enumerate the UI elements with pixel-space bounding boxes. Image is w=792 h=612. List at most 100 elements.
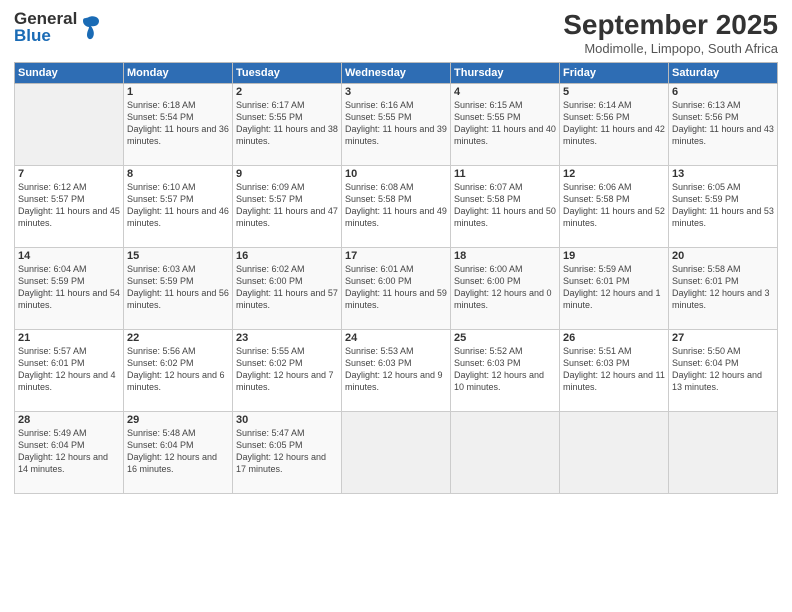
day-number: 20	[672, 250, 774, 262]
table-row: 19 Sunrise: 5:59 AMSunset: 6:01 PMDayligh…	[560, 247, 669, 329]
cell-text: Sunrise: 6:09 AMSunset: 5:57 PMDaylight:…	[236, 182, 338, 228]
calendar-week-row: 28 Sunrise: 5:49 AMSunset: 6:04 PMDayligh…	[15, 411, 778, 493]
day-number: 6	[672, 86, 774, 98]
cell-text: Sunrise: 5:50 AMSunset: 6:04 PMDaylight:…	[672, 346, 762, 392]
logo: General Blue	[14, 10, 101, 44]
day-number: 29	[127, 414, 229, 426]
table-row: 29Sunrise: 5:48 AMSunset: 6:04 PMDayligh…	[124, 411, 233, 493]
table-row: 27 Sunrise: 5:50 AMSunset: 6:04 PMDayligh…	[669, 329, 778, 411]
cell-text: Sunrise: 5:53 AMSunset: 6:03 PMDaylight:…	[345, 346, 443, 392]
cell-text: Sunrise: 5:55 AMSunset: 6:02 PMDaylight:…	[236, 346, 334, 392]
table-row: 7 Sunrise: 6:12 AMSunset: 5:57 PMDaylight…	[15, 165, 124, 247]
table-row	[451, 411, 560, 493]
day-number: 23	[236, 332, 338, 344]
day-number: 21	[18, 332, 120, 344]
day-number: 8	[127, 168, 229, 180]
cell-text: Sunrise: 5:47 AMSunset: 6:05 PMDaylight:…	[236, 428, 326, 474]
cell-text: Sunrise: 5:51 AMSunset: 6:03 PMDaylight:…	[563, 346, 665, 392]
table-row: 30Sunrise: 5:47 AMSunset: 6:05 PMDayligh…	[233, 411, 342, 493]
table-row: 13Sunrise: 6:05 AMSunset: 5:59 PMDayligh…	[669, 165, 778, 247]
table-row: 21Sunrise: 5:57 AMSunset: 6:01 PMDayligh…	[15, 329, 124, 411]
cell-text: Sunrise: 6:18 AMSunset: 5:54 PMDaylight:…	[127, 100, 229, 146]
logo-blue: Blue	[14, 27, 77, 44]
day-number: 1	[127, 86, 229, 98]
table-row: 24 Sunrise: 5:53 AMSunset: 6:03 PMDayligh…	[342, 329, 451, 411]
day-number: 7	[18, 168, 120, 180]
day-number: 16	[236, 250, 338, 262]
cell-text: Sunrise: 6:12 AMSunset: 5:57 PMDaylight:…	[18, 182, 120, 228]
day-number: 22	[127, 332, 229, 344]
day-number: 26	[563, 332, 665, 344]
day-number: 11	[454, 168, 556, 180]
table-row: 20 Sunrise: 5:58 AMSunset: 6:01 PMDayligh…	[669, 247, 778, 329]
day-number: 17	[345, 250, 447, 262]
location: Modimolle, Limpopo, South Africa	[563, 41, 778, 56]
table-row: 5 Sunrise: 6:14 AMSunset: 5:56 PMDaylight…	[560, 83, 669, 165]
cell-text: Sunrise: 5:58 AMSunset: 6:01 PMDaylight:…	[672, 264, 770, 310]
header-tuesday: Tuesday	[233, 62, 342, 83]
table-row: 12Sunrise: 6:06 AMSunset: 5:58 PMDayligh…	[560, 165, 669, 247]
table-row	[15, 83, 124, 165]
page-header: General Blue September 2025 Modimolle, L…	[14, 10, 778, 56]
cell-text: Sunrise: 6:01 AMSunset: 6:00 PMDaylight:…	[345, 264, 447, 310]
table-row: 10 Sunrise: 6:08 AMSunset: 5:58 PMDayligh…	[342, 165, 451, 247]
day-number: 24	[345, 332, 447, 344]
calendar-week-row: 1 Sunrise: 6:18 AMSunset: 5:54 PMDaylight…	[15, 83, 778, 165]
table-row: 16 Sunrise: 6:02 AMSunset: 6:00 PMDayligh…	[233, 247, 342, 329]
cell-text: Sunrise: 5:49 AMSunset: 6:04 PMDaylight:…	[18, 428, 108, 474]
day-number: 10	[345, 168, 447, 180]
header-friday: Friday	[560, 62, 669, 83]
table-row: 9 Sunrise: 6:09 AMSunset: 5:57 PMDaylight…	[233, 165, 342, 247]
cell-text: Sunrise: 6:17 AMSunset: 5:55 PMDaylight:…	[236, 100, 338, 146]
cell-text: Sunrise: 6:00 AMSunset: 6:00 PMDaylight:…	[454, 264, 552, 310]
cell-text: Sunrise: 6:04 AMSunset: 5:59 PMDaylight:…	[18, 264, 120, 310]
calendar-week-row: 14Sunrise: 6:04 AMSunset: 5:59 PMDayligh…	[15, 247, 778, 329]
header-thursday: Thursday	[451, 62, 560, 83]
calendar-week-row: 21Sunrise: 5:57 AMSunset: 6:01 PMDayligh…	[15, 329, 778, 411]
table-row: 28 Sunrise: 5:49 AMSunset: 6:04 PMDayligh…	[15, 411, 124, 493]
day-number: 18	[454, 250, 556, 262]
table-row	[560, 411, 669, 493]
calendar-week-row: 7 Sunrise: 6:12 AMSunset: 5:57 PMDaylight…	[15, 165, 778, 247]
table-row: 23 Sunrise: 5:55 AMSunset: 6:02 PMDayligh…	[233, 329, 342, 411]
header-saturday: Saturday	[669, 62, 778, 83]
table-row: 2 Sunrise: 6:17 AMSunset: 5:55 PMDaylight…	[233, 83, 342, 165]
table-row	[669, 411, 778, 493]
cell-text: Sunrise: 6:08 AMSunset: 5:58 PMDaylight:…	[345, 182, 447, 228]
cell-text: Sunrise: 6:06 AMSunset: 5:58 PMDaylight:…	[563, 182, 665, 228]
cell-text: Sunrise: 6:13 AMSunset: 5:56 PMDaylight:…	[672, 100, 774, 146]
cell-text: Sunrise: 5:56 AMSunset: 6:02 PMDaylight:…	[127, 346, 225, 392]
month-title: September 2025	[563, 10, 778, 41]
cell-text: Sunrise: 5:59 AMSunset: 6:01 PMDaylight:…	[563, 264, 661, 310]
day-number: 25	[454, 332, 556, 344]
header-wednesday: Wednesday	[342, 62, 451, 83]
table-row: 22 Sunrise: 5:56 AMSunset: 6:02 PMDayligh…	[124, 329, 233, 411]
day-number: 3	[345, 86, 447, 98]
header-sunday: Sunday	[15, 62, 124, 83]
cell-text: Sunrise: 6:14 AMSunset: 5:56 PMDaylight:…	[563, 100, 665, 146]
calendar-header-row: Sunday Monday Tuesday Wednesday Thursday…	[15, 62, 778, 83]
cell-text: Sunrise: 6:02 AMSunset: 6:00 PMDaylight:…	[236, 264, 338, 310]
day-number: 4	[454, 86, 556, 98]
cell-text: Sunrise: 6:03 AMSunset: 5:59 PMDaylight:…	[127, 264, 229, 310]
day-number: 27	[672, 332, 774, 344]
table-row: 6 Sunrise: 6:13 AMSunset: 5:56 PMDaylight…	[669, 83, 778, 165]
title-section: September 2025 Modimolle, Limpopo, South…	[563, 10, 778, 56]
table-row: 18 Sunrise: 6:00 AMSunset: 6:00 PMDayligh…	[451, 247, 560, 329]
table-row: 26 Sunrise: 5:51 AMSunset: 6:03 PMDayligh…	[560, 329, 669, 411]
day-number: 2	[236, 86, 338, 98]
logo-bird-icon	[79, 13, 101, 41]
cell-text: Sunrise: 5:52 AMSunset: 6:03 PMDaylight:…	[454, 346, 544, 392]
table-row: 11Sunrise: 6:07 AMSunset: 5:58 PMDayligh…	[451, 165, 560, 247]
day-number: 28	[18, 414, 120, 426]
table-row: 15Sunrise: 6:03 AMSunset: 5:59 PMDayligh…	[124, 247, 233, 329]
table-row: 25 Sunrise: 5:52 AMSunset: 6:03 PMDayligh…	[451, 329, 560, 411]
logo-general: General	[14, 10, 77, 27]
table-row: 3 Sunrise: 6:16 AMSunset: 5:55 PMDaylight…	[342, 83, 451, 165]
cell-text: Sunrise: 6:16 AMSunset: 5:55 PMDaylight:…	[345, 100, 447, 146]
day-number: 5	[563, 86, 665, 98]
day-number: 19	[563, 250, 665, 262]
table-row: 4Sunrise: 6:15 AMSunset: 5:55 PMDaylight…	[451, 83, 560, 165]
cell-text: Sunrise: 6:05 AMSunset: 5:59 PMDaylight:…	[672, 182, 774, 228]
day-number: 9	[236, 168, 338, 180]
